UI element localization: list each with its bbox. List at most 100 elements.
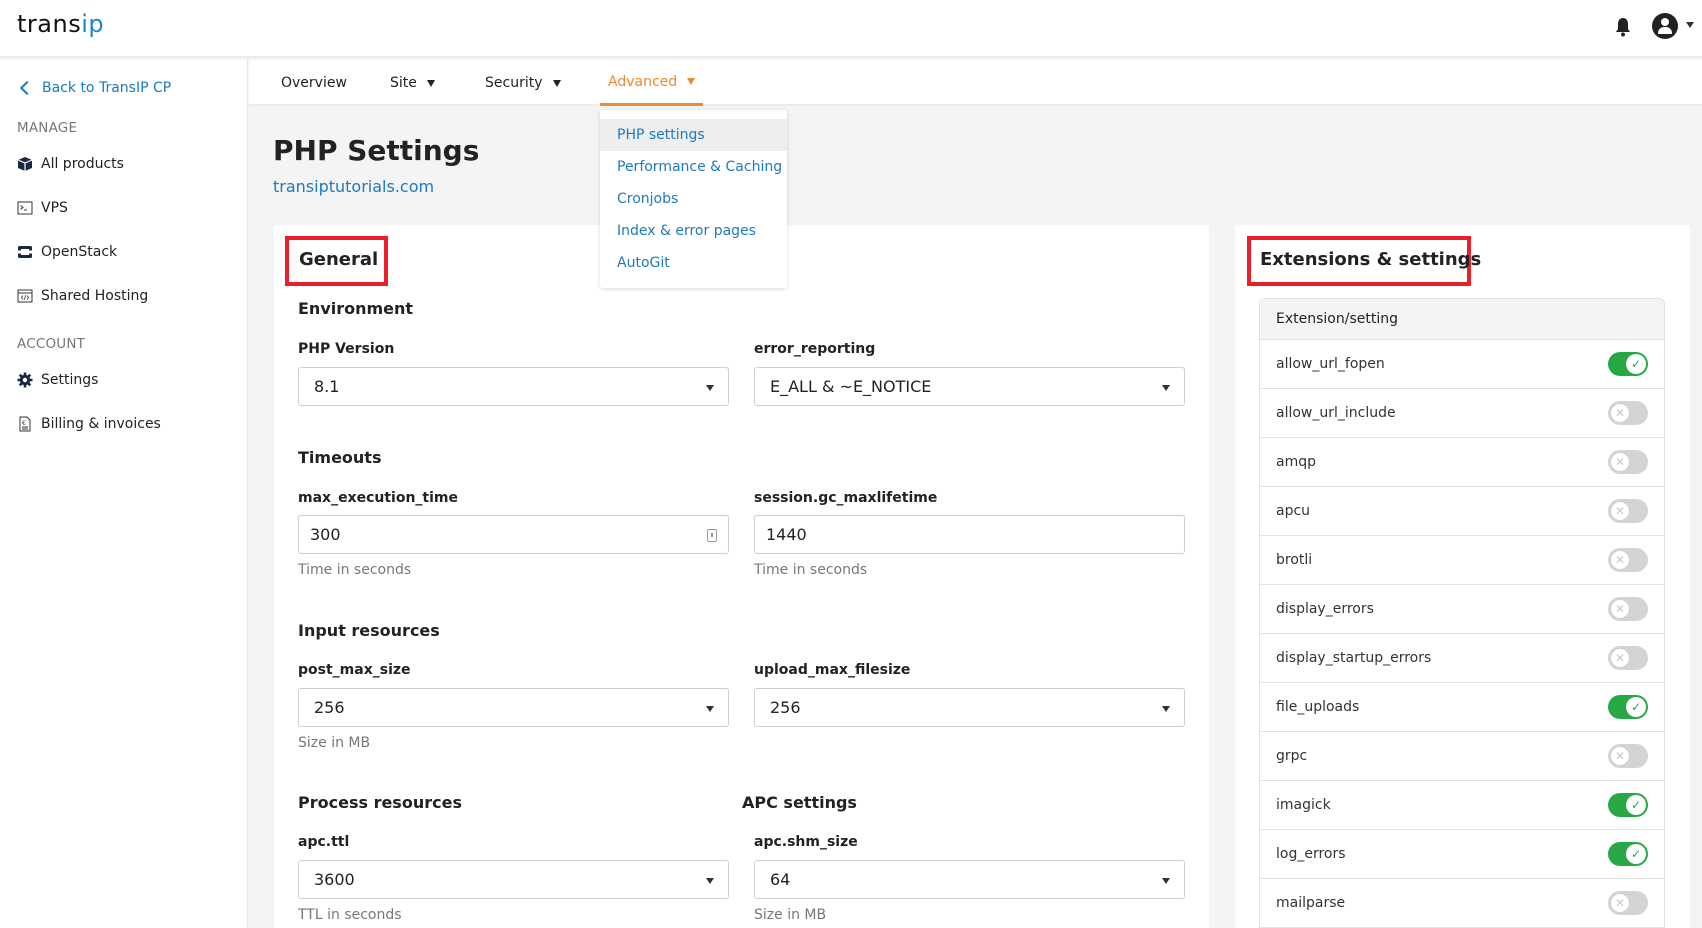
table-row: brotli ✕ [1260, 536, 1664, 585]
tab-advanced[interactable]: Advanced [600, 60, 703, 106]
caret-down-icon [706, 706, 714, 712]
tab-site[interactable]: Site [390, 60, 435, 106]
table-row: log_errors ✓ [1260, 830, 1664, 879]
general-card: General Environment PHP Version 8.1 erro… [274, 225, 1209, 928]
logo-text-trans: trans [17, 10, 82, 38]
apc-ttl-help: TTL in seconds [298, 907, 402, 923]
apc-ttl-select[interactable]: 3600 [298, 860, 729, 899]
select-value: 64 [770, 870, 791, 889]
timeouts-heading: Timeouts [298, 448, 382, 467]
environment-heading: Environment [298, 299, 414, 318]
table-row: mailparse ✕ [1260, 879, 1664, 928]
x-icon: ✕ [1610, 452, 1630, 472]
post-max-size-label: post_max_size [298, 662, 411, 678]
apc-ttl-label: apc.ttl [298, 834, 350, 850]
tab-label: Overview [281, 75, 347, 91]
user-avatar-icon[interactable] [1652, 13, 1678, 39]
back-to-cp-link[interactable]: Back to TransIP CP [18, 80, 171, 96]
caret-down-icon [706, 385, 714, 391]
menu-item-index-error-pages[interactable]: Index & error pages [600, 215, 787, 247]
x-icon: ✕ [1610, 648, 1630, 668]
input-resources-heading: Input resources [298, 621, 440, 640]
apc-shm-size-label: apc.shm_size [754, 834, 858, 850]
number-spinner-icon[interactable] [707, 529, 717, 542]
upload-max-filesize-select[interactable]: 256 [754, 688, 1185, 727]
svg-text:€: € [22, 420, 26, 427]
toggle-apcu[interactable]: ✕ [1608, 499, 1648, 523]
chevron-left-icon [19, 80, 35, 96]
error-reporting-select[interactable]: E_ALL & ~E_NOTICE [754, 367, 1185, 406]
table-row: imagick ✓ [1260, 781, 1664, 830]
toggle-log-errors[interactable]: ✓ [1608, 842, 1648, 866]
upload-max-filesize-label: upload_max_filesize [754, 662, 911, 678]
select-value: 256 [770, 698, 801, 717]
check-icon: ✓ [1626, 697, 1646, 717]
apc-shm-size-select[interactable]: 64 [754, 860, 1185, 899]
domain-link[interactable]: transiptutorials.com [273, 177, 434, 196]
toggle-display-startup-errors[interactable]: ✕ [1608, 646, 1648, 670]
toggle-imagick[interactable]: ✓ [1608, 793, 1648, 817]
x-icon: ✕ [1610, 893, 1630, 913]
sidebar-item-label: Settings [41, 372, 99, 388]
input-value: 1440 [766, 525, 807, 544]
code-window-icon [17, 289, 33, 303]
user-menu-caret-icon[interactable] [1686, 22, 1694, 28]
table-row: apcu ✕ [1260, 487, 1664, 536]
max-execution-time-help: Time in seconds [298, 562, 412, 578]
x-icon: ✕ [1610, 746, 1630, 766]
sidebar-item-vps[interactable]: VPS [17, 200, 68, 216]
sidebar-item-label: All products [41, 156, 124, 172]
session-gc-maxlifetime-help: Time in seconds [754, 562, 868, 578]
sidebar-item-label: OpenStack [41, 244, 118, 260]
sidebar-item-billing[interactable]: € Billing & invoices [17, 416, 161, 432]
sidebar-item-settings[interactable]: Settings [17, 372, 98, 388]
x-icon: ✕ [1610, 550, 1630, 570]
menu-item-performance-caching[interactable]: Performance & Caching [600, 151, 787, 183]
terminal-icon [17, 201, 33, 215]
sidebar-item-label: VPS [41, 200, 68, 216]
post-max-size-select[interactable]: 256 [298, 688, 729, 727]
sidebar-item-shared-hosting[interactable]: Shared Hosting [17, 288, 148, 304]
menu-item-autogit[interactable]: AutoGit [600, 247, 787, 279]
caret-down-icon [426, 79, 435, 87]
toggle-allow-url-include[interactable]: ✕ [1608, 401, 1648, 425]
toggle-display-errors[interactable]: ✕ [1608, 597, 1648, 621]
toggle-mailparse[interactable]: ✕ [1608, 891, 1648, 915]
tab-security[interactable]: Security [485, 60, 561, 106]
session-gc-maxlifetime-input[interactable]: 1440 [754, 515, 1185, 554]
table-row: grpc ✕ [1260, 732, 1664, 781]
toggle-file-uploads[interactable]: ✓ [1608, 695, 1648, 719]
column-header-extension: Extension/setting [1276, 311, 1398, 327]
extension-name: brotli [1276, 552, 1313, 568]
caret-down-icon [552, 79, 561, 87]
tab-overview[interactable]: Overview [281, 60, 347, 106]
toggle-allow-url-fopen[interactable]: ✓ [1608, 352, 1648, 376]
toggle-amqp[interactable]: ✕ [1608, 450, 1648, 474]
bell-icon[interactable] [1615, 17, 1631, 37]
x-icon: ✕ [1610, 599, 1630, 619]
box-icon [17, 157, 33, 171]
max-execution-time-input[interactable]: 300 [298, 515, 729, 554]
toggle-grpc[interactable]: ✕ [1608, 744, 1648, 768]
php-version-label: PHP Version [298, 341, 395, 357]
extension-name: allow_url_include [1276, 405, 1396, 421]
caret-down-icon [1162, 706, 1170, 712]
table-body: allow_url_fopen ✓ allow_url_include ✕ amqp ✕ a… [1260, 340, 1664, 928]
sidebar-item-label: Shared Hosting [41, 288, 149, 304]
sidebar-item-all-products[interactable]: All products [17, 156, 124, 172]
transip-logo[interactable]: transip [17, 10, 104, 38]
select-value: 256 [314, 698, 345, 717]
toggle-brotli[interactable]: ✕ [1608, 548, 1648, 572]
input-value: 300 [310, 525, 341, 544]
menu-item-php-settings[interactable]: PHP settings [600, 119, 787, 151]
gear-icon [17, 372, 33, 388]
php-version-select[interactable]: 8.1 [298, 367, 729, 406]
tab-label: Security [485, 75, 543, 91]
sidebar-item-openstack[interactable]: OpenStack [17, 244, 117, 260]
sidebar: Back to TransIP CP MANAGE All products V… [0, 60, 248, 928]
manage-section-label: MANAGE [17, 120, 78, 136]
menu-item-cronjobs[interactable]: Cronjobs [600, 183, 787, 215]
table-row: display_startup_errors ✕ [1260, 634, 1664, 683]
caret-down-icon [706, 878, 714, 884]
back-label: Back to TransIP CP [42, 80, 172, 96]
